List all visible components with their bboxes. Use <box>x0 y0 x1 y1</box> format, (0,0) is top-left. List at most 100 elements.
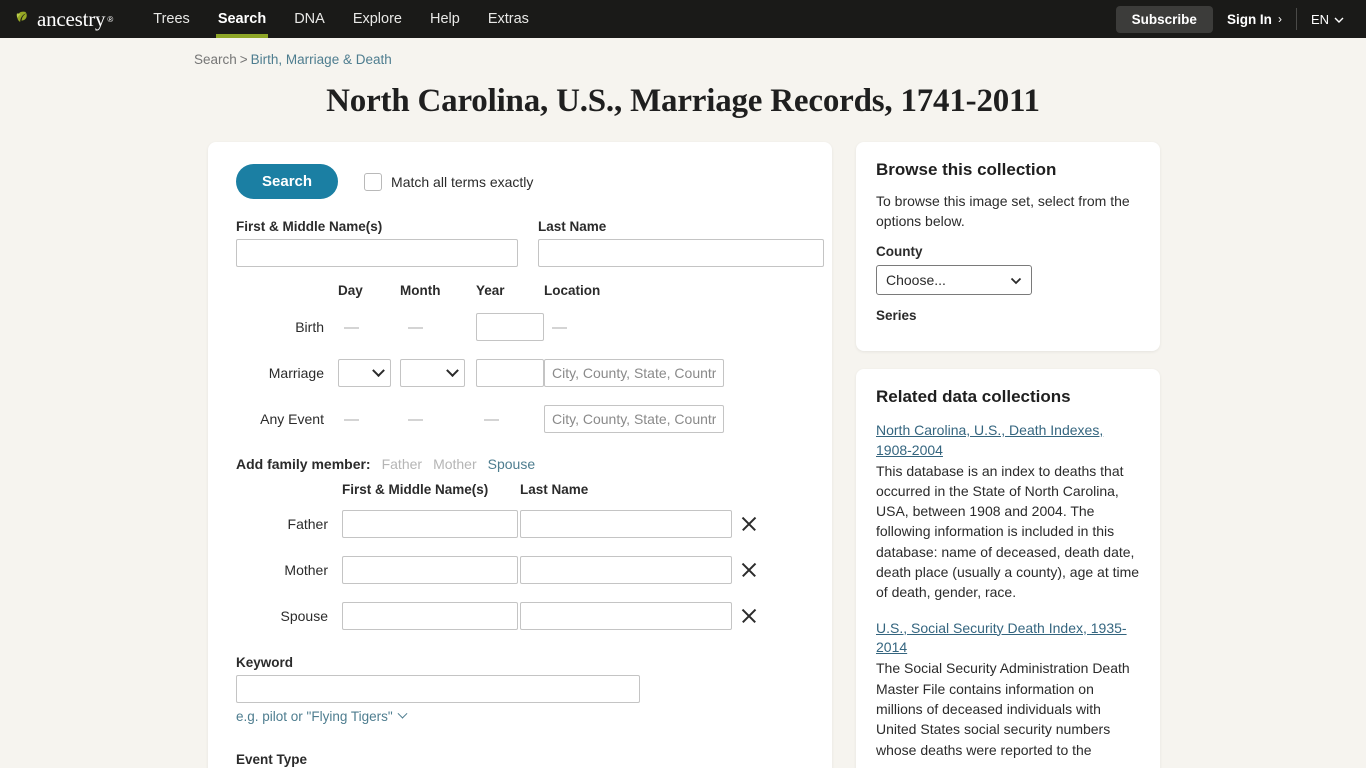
related-item: North Carolina, U.S., Death Indexes, 190… <box>876 421 1140 603</box>
birth-month-dash: — <box>408 318 423 336</box>
father-remove-cell <box>732 501 762 547</box>
mother-remove-cell <box>732 547 762 593</box>
row-label-marriage: Marriage <box>268 365 324 381</box>
father-first-name-input[interactable] <box>342 510 518 538</box>
birth-day-dash: — <box>344 318 359 336</box>
match-exactly-toggle[interactable]: Match all terms exactly <box>364 172 534 191</box>
keyword-hint-label: e.g. pilot or "Flying Tigers" <box>236 709 393 724</box>
row-label-any-event: Any Event <box>260 411 324 427</box>
event-type-label: Event Type <box>236 752 308 767</box>
series-label: Series <box>876 307 917 323</box>
marriage-year-cell <box>476 350 544 396</box>
sidebar: Browse this collection To browse this im… <box>856 142 1160 768</box>
anyevent-month-dash: — <box>408 410 423 428</box>
breadcrumb-current-link[interactable]: Birth, Marriage & Death <box>251 52 392 67</box>
add-mother-link[interactable]: Mother <box>433 456 477 472</box>
marriage-day-cell <box>338 350 400 396</box>
keyword-hint-toggle[interactable]: e.g. pilot or "Flying Tigers" <box>236 708 408 724</box>
close-icon[interactable] <box>740 561 758 579</box>
father-first-cell <box>342 501 520 547</box>
related-collection-link-1[interactable]: North Carolina, U.S., Death Indexes, 190… <box>876 421 1140 461</box>
first-name-field-group: First & Middle Name(s) <box>236 219 518 267</box>
search-button[interactable]: Search <box>236 164 339 199</box>
family-members-grid: First & Middle Name(s) Last Name Father … <box>226 476 808 639</box>
nav-item-trees[interactable]: Trees <box>139 0 204 38</box>
marriage-day-select[interactable] <box>338 359 391 387</box>
anyevent-day-dash: — <box>344 410 359 428</box>
family-row-label-mother: Mother <box>284 562 328 578</box>
nav-item-dna[interactable]: DNA <box>280 0 339 38</box>
keyword-field-group: Keyword e.g. pilot or "Flying Tigers" <box>236 655 808 726</box>
related-panel-title: Related data collections <box>876 386 1071 406</box>
match-exactly-checkbox[interactable] <box>364 172 383 191</box>
sign-in-label: Sign In <box>1226 11 1272 27</box>
row-label-birth: Birth <box>295 319 324 335</box>
marriage-location-cell <box>544 350 730 396</box>
marriage-location-input[interactable] <box>544 359 724 387</box>
last-name-input[interactable] <box>538 239 824 267</box>
birth-year-cell <box>476 304 544 350</box>
birth-day-cell: — <box>338 304 400 350</box>
marriage-month-cell <box>400 350 476 396</box>
marriage-month-select[interactable] <box>400 359 465 387</box>
header-year: Year <box>476 283 505 298</box>
logo-trademark: ® <box>107 14 114 24</box>
add-spouse-link[interactable]: Spouse <box>488 456 535 472</box>
father-last-name-input[interactable] <box>520 510 732 538</box>
spouse-remove-cell <box>732 593 762 639</box>
chevron-down-icon <box>372 363 385 377</box>
first-name-label: First & Middle Name(s) <box>236 219 383 234</box>
leaf-icon <box>14 8 36 30</box>
browse-panel-description: To browse this image set, select from th… <box>876 193 1130 229</box>
birth-year-input[interactable] <box>476 313 544 341</box>
family-header-first: First & Middle Name(s) <box>342 482 489 497</box>
chevron-down-icon <box>397 708 408 719</box>
chevron-right-icon: › <box>1277 12 1282 26</box>
add-father-link[interactable]: Father <box>382 456 422 472</box>
last-name-label: Last Name <box>538 219 607 234</box>
mother-last-cell <box>520 547 732 593</box>
related-item: U.S., Social Security Death Index, 1935-… <box>876 619 1140 760</box>
anyevent-year-dash: — <box>484 410 499 428</box>
marriage-year-input[interactable] <box>476 359 544 387</box>
nav-item-extras[interactable]: Extras <box>474 0 543 38</box>
birth-location-cell: — <box>544 304 730 350</box>
subscribe-button[interactable]: Subscribe <box>1115 5 1213 33</box>
nav-item-explore[interactable]: Explore <box>339 0 416 38</box>
sign-in-button[interactable]: Sign In › <box>1213 12 1296 27</box>
spouse-first-name-input[interactable] <box>342 602 518 630</box>
add-family-member-label: Add family member: <box>236 456 371 472</box>
keyword-label: Keyword <box>236 655 294 670</box>
close-icon[interactable] <box>740 607 758 625</box>
nav-item-help[interactable]: Help <box>416 0 474 38</box>
page-body: Search Match all terms exactly First & M… <box>0 120 1366 768</box>
anyevent-day-cell: — <box>338 396 400 442</box>
spouse-last-name-input[interactable] <box>520 602 732 630</box>
match-exactly-label: Match all terms exactly <box>391 173 534 190</box>
anyevent-year-cell: — <box>476 396 544 442</box>
chevron-down-icon <box>1334 12 1344 27</box>
mother-first-cell <box>342 547 520 593</box>
keyword-input[interactable] <box>236 675 640 703</box>
header-month: Month <box>400 283 441 298</box>
first-name-input[interactable] <box>236 239 518 267</box>
ancestry-logo[interactable]: ancestry ® <box>14 8 113 30</box>
breadcrumb-search-link[interactable]: Search <box>194 52 237 67</box>
county-select[interactable]: Choose... <box>876 264 1032 295</box>
related-collection-link-2[interactable]: U.S., Social Security Death Index, 1935-… <box>876 619 1140 659</box>
nav-item-search[interactable]: Search <box>204 0 280 38</box>
mother-first-name-input[interactable] <box>342 556 518 584</box>
family-header-last: Last Name <box>520 482 589 497</box>
mother-last-name-input[interactable] <box>520 556 732 584</box>
nav-right-group: Subscribe Sign In › EN <box>1115 0 1354 38</box>
page-title: North Carolina, U.S., Marriage Records, … <box>326 83 1040 119</box>
language-selector[interactable]: EN <box>1297 12 1354 27</box>
breadcrumb-separator: > <box>239 52 248 67</box>
father-last-cell <box>520 501 732 547</box>
anyevent-location-input[interactable] <box>544 405 724 433</box>
logo-wordmark: ancestry <box>37 6 106 31</box>
last-name-field-group: Last Name <box>538 219 824 267</box>
spouse-last-cell <box>520 593 732 639</box>
search-actions-row: Search Match all terms exactly <box>226 164 808 199</box>
close-icon[interactable] <box>740 515 758 533</box>
